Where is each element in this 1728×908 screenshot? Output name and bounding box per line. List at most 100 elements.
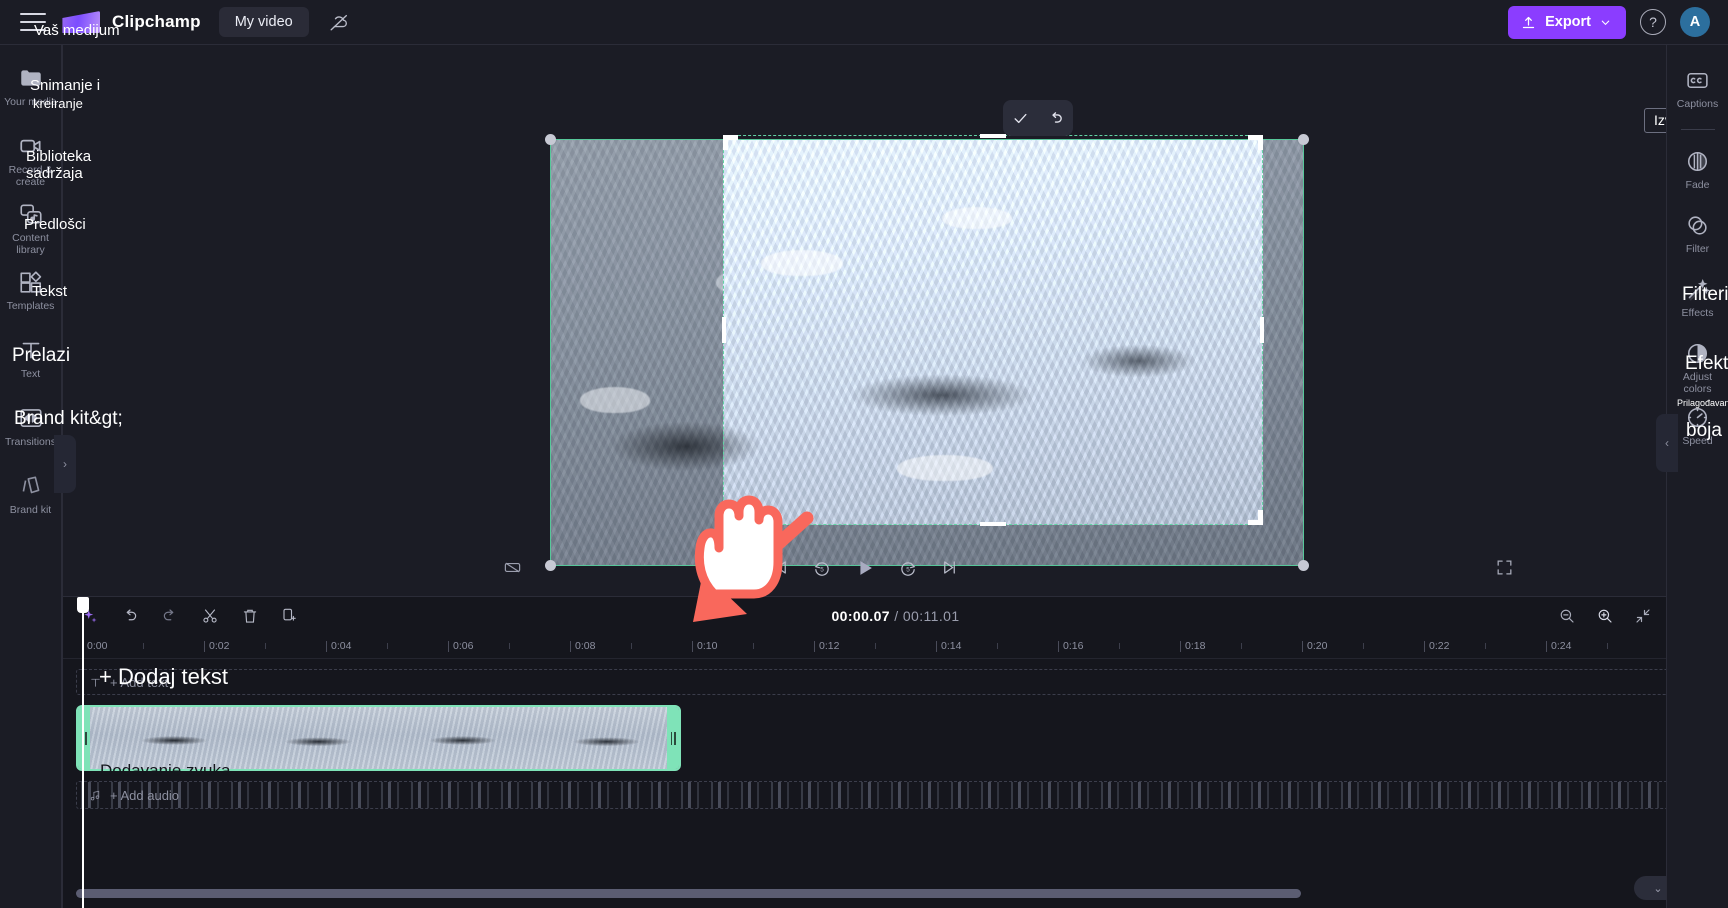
undo-icon[interactable]	[1047, 110, 1064, 127]
timeline-ruler[interactable]: 0:00 0:02 0:04 0:06 0:08 0:10 0:12 0:14 0:16 0:18…	[63, 635, 1728, 659]
text-icon	[18, 337, 44, 363]
undo-icon[interactable]	[115, 601, 145, 631]
clip-trim-handle-right[interactable]	[667, 707, 679, 769]
ruler-tick-label: 0:04	[331, 640, 352, 652]
left-sidebar: Your media Record & create Content libra…	[0, 45, 76, 908]
mute-icon[interactable]	[503, 558, 522, 577]
crop-toolbar	[1003, 100, 1073, 136]
effects-wand-icon	[1685, 276, 1711, 302]
ruler-tick-minor	[997, 643, 998, 649]
ruler-tick-minor	[1119, 643, 1120, 649]
fade-icon	[1685, 148, 1711, 174]
sidebar-item-transitions[interactable]: Transitions	[0, 397, 61, 465]
text-icon	[91, 678, 100, 687]
sidebar-item-templates[interactable]: Templates	[0, 261, 61, 329]
zoom-in-icon[interactable]	[1596, 607, 1614, 625]
export-label: Export	[1545, 14, 1591, 30]
playback-controls: 5 5	[771, 557, 959, 579]
audio-track[interactable]: + Add audio	[76, 781, 1716, 809]
project-tab[interactable]: My video	[218, 7, 309, 37]
sidebar-item-your-media[interactable]: Your media	[0, 57, 61, 125]
ruler-tick-label: 0:06	[453, 640, 474, 652]
time-separator: /	[894, 608, 899, 624]
ruler-tick-label: 0:24	[1551, 640, 1572, 652]
clipchamp-logo-icon	[60, 11, 100, 33]
current-time: 00:00.07	[831, 608, 890, 624]
crop-region-image	[723, 139, 1263, 525]
timeline-zoom-controls	[1558, 607, 1652, 625]
rewind-5-icon[interactable]: 5	[812, 558, 832, 578]
sidebar-item-text[interactable]: Text	[0, 329, 61, 397]
zoom-out-icon[interactable]	[1558, 607, 1576, 625]
ruler-tick-label: 0:14	[941, 640, 962, 652]
svg-text:5: 5	[820, 566, 824, 573]
text-track[interactable]: + Add text	[76, 669, 1716, 695]
video-clip[interactable]	[76, 705, 681, 771]
help-button[interactable]: ?	[1640, 9, 1666, 35]
cloud-off-icon[interactable]	[325, 8, 353, 36]
right-panel-collapse-button[interactable]: ‹	[1656, 414, 1678, 472]
sidebar-item-effects[interactable]: Effects	[1667, 268, 1728, 332]
ai-sparkle-icon[interactable]	[75, 601, 105, 631]
duplicate-icon[interactable]	[275, 601, 305, 631]
captions-icon	[1685, 67, 1711, 93]
sidebar-item-label: Brand kit	[9, 504, 52, 516]
ruler-tick-minor	[143, 643, 144, 649]
sidebar-item-label: Filter	[1685, 243, 1710, 255]
play-icon[interactable]	[854, 557, 876, 579]
sidebar-item-filter[interactable]: Filter	[1667, 204, 1728, 268]
left-panel-collapse-button[interactable]: ›	[54, 435, 76, 493]
sidebar-item-record-create[interactable]: Record & create	[0, 125, 61, 193]
ruler-tick-label: 0:20	[1307, 640, 1328, 652]
video-camera-icon	[18, 133, 44, 159]
filter-icon	[1685, 212, 1711, 238]
header-actions: Export ? A	[1508, 5, 1728, 39]
ruler-tick-minor	[631, 643, 632, 649]
sidebar-item-fade[interactable]: Fade	[1667, 140, 1728, 204]
delete-trash-icon[interactable]	[235, 601, 265, 631]
add-text-placeholder[interactable]: + Add text	[77, 670, 1715, 694]
time-display: 00:00.07 / 00:11.01	[831, 608, 959, 624]
brand-name: Clipchamp	[112, 12, 201, 31]
ruler-tick-label: 0:08	[575, 640, 596, 652]
ruler-tick-label: 0:00	[87, 640, 108, 652]
sidebar-item-captions[interactable]: Captions	[1667, 59, 1728, 123]
skip-to-end-icon[interactable]	[940, 558, 959, 577]
fullscreen-icon[interactable]	[1495, 558, 1514, 577]
ruler-tick-minor	[265, 643, 266, 649]
sidebar-item-label: Speed	[1682, 435, 1713, 447]
sidebar-item-label: Your media	[4, 96, 57, 108]
ruler-tick-label: 0:12	[819, 640, 840, 652]
timeline-horizontal-scrollbar[interactable]	[76, 889, 1726, 898]
redo-icon[interactable]	[155, 601, 185, 631]
add-audio-placeholder[interactable]: + Add audio	[77, 782, 1715, 808]
skip-to-start-icon[interactable]	[771, 558, 790, 577]
video-preview[interactable]	[550, 139, 1304, 566]
scrollbar-thumb[interactable]	[76, 889, 1301, 898]
crop-handle-top[interactable]	[980, 134, 1006, 138]
sidebar-item-label: Text	[20, 368, 41, 380]
export-button[interactable]: Export	[1508, 5, 1626, 39]
adjust-colors-icon	[1685, 340, 1711, 366]
ruler-tick-minor	[387, 643, 388, 649]
sidebar-item-adjust-colors[interactable]: Adjust colors	[1667, 332, 1728, 396]
music-note-icon	[90, 790, 100, 800]
sidebar-item-content-library[interactable]: Content library	[0, 193, 61, 261]
ruler-tick-label: 0:16	[1063, 640, 1084, 652]
sidebar-item-label: Content library	[12, 232, 49, 257]
confirm-check-icon[interactable]	[1012, 110, 1029, 127]
avatar[interactable]: A	[1680, 7, 1710, 37]
forward-5-icon[interactable]: 5	[898, 558, 918, 578]
menu-hamburger-icon[interactable]	[20, 13, 46, 31]
sidebar-item-label: Fade	[1685, 179, 1710, 191]
fit-timeline-icon[interactable]	[1634, 607, 1652, 625]
right-sidebar: Captions Fade Filter Effects Adjust colo…	[1666, 45, 1728, 908]
split-scissors-icon[interactable]	[195, 601, 225, 631]
ruler-tick-minor	[1241, 643, 1242, 649]
add-text-label: + Add text	[110, 674, 169, 690]
clip-trim-handle-left[interactable]	[78, 707, 90, 769]
sidebar-item-brand-kit[interactable]: Brand kit	[0, 465, 61, 533]
ruler-tick-minor	[509, 643, 510, 649]
templates-icon	[18, 269, 44, 295]
timeline-tracks: + Add text + Add audio	[63, 659, 1728, 891]
